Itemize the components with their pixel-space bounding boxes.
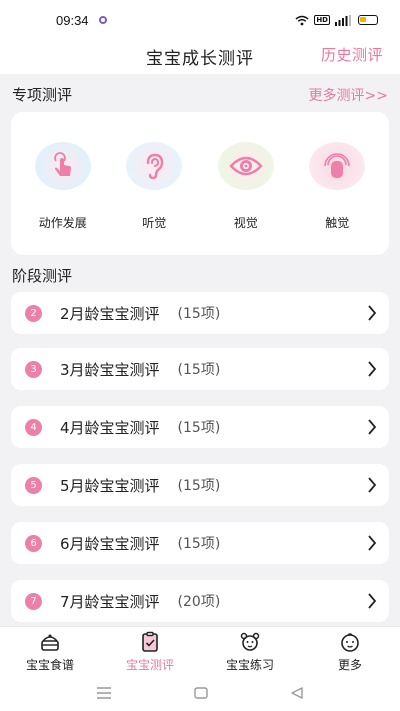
stage-name: 2月龄宝宝测评 [60,304,160,323]
stage-number-badge: 3 [25,360,42,378]
stage-number-badge: 6 [25,534,42,552]
special-card: 动作发展 听觉 视觉 触觉 [11,112,389,255]
stage-name: 6月龄宝宝测评 [60,534,160,553]
stage-name: 3月龄宝宝测评 [60,360,160,379]
tab-label: 宝宝测评 [125,658,174,672]
eye-icon [217,142,274,190]
stage-row[interactable]: 6 6月龄宝宝测评 (15项) [11,522,389,564]
hand-tap-icon [34,142,91,190]
signal-icon [335,14,351,26]
special-label-vision: 视觉 [233,216,258,230]
stage-count: (15项) [177,536,221,552]
stage-number-badge: 5 [25,476,42,494]
stage-count: (15项) [177,362,221,378]
chevron-right-icon [368,477,377,493]
special-item-motor[interactable]: 动作发展 [23,112,103,255]
special-section-header: 专项测评 更多测评>> [12,84,388,105]
tab-assessment[interactable]: 宝宝测评 [100,627,200,674]
bottom-tab-bar: 宝宝食谱 宝宝测评 宝宝练习 更多 [0,626,400,674]
special-section-title: 专项测评 [12,86,73,104]
tab-recipes[interactable]: 宝宝食谱 [0,627,100,674]
special-item-touch[interactable]: 触觉 [297,112,377,255]
chevron-right-icon [368,593,377,609]
chevron-right-icon [368,535,377,551]
stage-count: (20项) [177,594,221,610]
cake-icon [41,634,59,651]
stage-count: (15项) [177,420,221,436]
stage-name: 5月龄宝宝测评 [60,476,160,495]
stage-row[interactable]: 4 4月龄宝宝测评 (15项) [11,406,389,448]
stage-section-header: 阶段测评 [12,265,388,286]
stage-number-badge: 4 [25,418,42,436]
special-label-hearing: 听觉 [142,216,167,230]
stage-number-badge: 7 [25,592,42,610]
app-header: 宝宝成长测评 历史测评 [0,40,400,74]
tab-label: 宝宝练习 [225,658,274,672]
chevron-right-icon [368,305,377,321]
special-item-hearing[interactable]: 听觉 [114,112,194,255]
status-bar: 09:34 HD [0,0,400,40]
chevron-right-icon [368,361,377,377]
stage-count: (15项) [177,306,221,322]
stage-count: (15项) [177,478,221,494]
stage-number-badge: 2 [25,304,42,322]
wifi-icon [295,15,309,25]
tab-label: 更多 [337,658,362,672]
special-label-motor: 动作发展 [38,216,87,230]
status-icons: HD [295,14,378,26]
special-label-touch: 触觉 [325,216,350,230]
tab-label: 宝宝食谱 [25,658,74,672]
chevron-right-icon [368,419,377,435]
ear-icon [126,142,183,190]
stage-row[interactable]: 5 5月龄宝宝测评 (15项) [11,464,389,506]
toy-icon [240,632,260,651]
clipboard-check-icon [142,631,158,652]
history-button[interactable]: 历史测评 [321,44,383,65]
back-icon[interactable] [290,686,304,699]
status-time: 09:34 [56,12,89,28]
stage-name: 7月龄宝宝测评 [60,592,160,611]
stage-row[interactable]: 7 7月龄宝宝测评 (20项) [11,580,389,622]
stage-name: 4月龄宝宝测评 [60,418,160,437]
system-nav-bar [0,674,400,711]
stage-row[interactable]: 2 2月龄宝宝测评 (15项) [11,292,389,334]
hd-badge: HD [314,15,330,25]
home-icon[interactable] [194,686,208,699]
special-item-vision[interactable]: 视觉 [206,112,286,255]
tab-more[interactable]: 更多 [300,627,400,674]
more-assessments-link[interactable]: 更多测评>> [309,85,388,105]
battery-icon [358,15,378,25]
menu-icon[interactable] [96,686,112,699]
stage-row[interactable]: 3 3月龄宝宝测评 (15项) [11,348,389,390]
tab-practice[interactable]: 宝宝练习 [200,627,300,674]
touch-icon [309,142,366,190]
notification-dot-icon [98,16,107,24]
stage-section-title: 阶段测评 [12,267,73,285]
baby-face-icon [341,633,359,652]
